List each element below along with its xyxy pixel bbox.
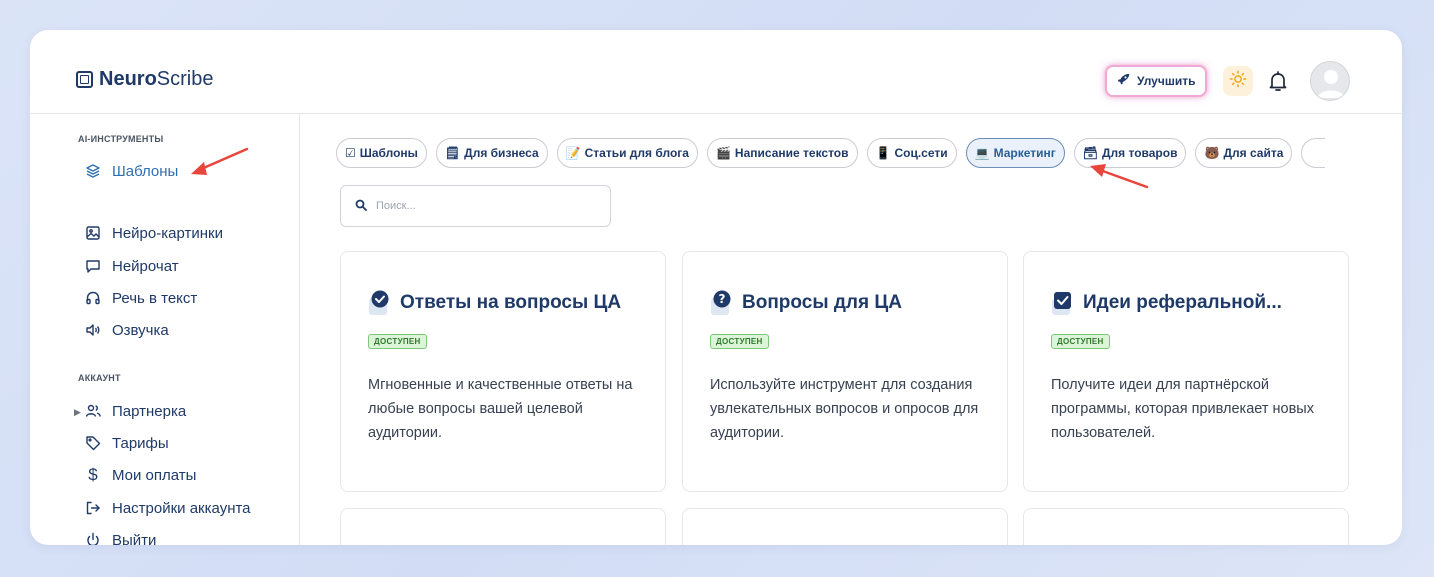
tag-icon (84, 434, 102, 452)
upgrade-button[interactable]: Улучшить (1105, 65, 1208, 97)
sidebar-item-label: Настройки аккаунта (112, 499, 251, 517)
dollar-icon: $ (88, 465, 98, 484)
memo-icon: 📝 (565, 146, 581, 160)
question-circle-icon: ? (710, 290, 734, 316)
app-logo[interactable]: NeuroScribe (76, 68, 214, 91)
svg-text:?: ? (719, 292, 726, 306)
sidebar-item-payments[interactable]: $ Мои оплаты (84, 464, 196, 486)
sidebar-item-label: Партнерка (112, 402, 187, 420)
speaker-icon (84, 321, 102, 339)
chip-label: Соц.сети (894, 146, 948, 160)
sidebar-item-label: Нейрочат (112, 257, 179, 275)
sidebar-item-speech-to-text[interactable]: Речь в текст (84, 287, 197, 309)
card-description: Получите идеи для партнёрской программы,… (1051, 377, 1314, 441)
bear-icon: 🐻 (1204, 146, 1220, 160)
power-icon (84, 531, 102, 545)
card-box-icon: 🗃 (1082, 146, 1098, 160)
avatar[interactable] (1310, 61, 1350, 101)
sun-icon (1229, 70, 1247, 93)
upgrade-label: Улучшить (1137, 74, 1196, 88)
chat-icon (84, 257, 102, 275)
sidebar-item-label: Выйти (112, 531, 157, 546)
chip-website[interactable]: 🐻 Для сайта (1195, 138, 1293, 168)
template-card[interactable] (340, 508, 666, 545)
card-title-row: Идеи реферальной... (1051, 290, 1282, 316)
check-circle-icon (368, 290, 392, 316)
category-chips: ☑ Шаблоны 🗒 Для бизнеса 📝 Статьи для блога … (336, 138, 1326, 168)
template-card[interactable]: Идеи реферальной... ДОСТУПЕН Получите ид… (1023, 251, 1349, 492)
card-title-row: Ответы на вопросы ЦА (368, 290, 621, 316)
notepad-icon: 🗒 (444, 146, 461, 160)
card-description: Мгновенные и качественные ответы на любы… (368, 377, 633, 441)
chip-blog-articles[interactable]: 📝 Статьи для блога (556, 138, 698, 168)
template-card[interactable] (682, 508, 1008, 545)
rocket-icon (1117, 73, 1130, 89)
search-box[interactable]: Поиск... (340, 185, 611, 227)
chip-social[interactable]: 📱 Соц.сети (866, 138, 957, 168)
bell-icon (1266, 71, 1290, 97)
sidebar-item-neurochat[interactable]: Нейрочат (84, 255, 179, 277)
chip-copywriting[interactable]: 🎬 Написание текстов (706, 138, 858, 168)
chip-business[interactable]: 🗒 Для бизнеса (435, 138, 548, 168)
sidebar-item-label: Нейро-картинки (112, 224, 223, 242)
layers-icon (84, 162, 102, 180)
search-input[interactable]: Поиск... (376, 200, 416, 212)
chip-products[interactable]: 🗃 Для товаров (1073, 138, 1187, 168)
template-card[interactable] (1023, 508, 1349, 545)
chip-label: Шаблоны (359, 146, 418, 160)
chip-label: Маркетинг (993, 146, 1056, 160)
sidebar-item-partner[interactable]: Партнерка (84, 400, 186, 422)
logo-icon (76, 71, 93, 88)
chip-label: Статьи для блога (584, 146, 689, 160)
card-title: Ответы на вопросы ЦА (400, 292, 622, 313)
card-title: Идеи реферальной... (1083, 292, 1282, 313)
sidebar-item-label: Речь в текст (112, 289, 198, 307)
status-badge: ДОСТУПЕН (368, 334, 427, 349)
users-icon (84, 402, 102, 420)
logo-light: Scribe (156, 68, 214, 90)
chip-marketing[interactable]: 💻 Маркетинг (965, 138, 1065, 168)
sidebar-item-neuro-images[interactable]: Нейро-картинки (84, 222, 223, 244)
checkbox-icon (1051, 290, 1075, 316)
card-description: Используйте инструмент для создания увле… (710, 377, 979, 441)
chip-label: Для сайта (1223, 146, 1284, 160)
section-label-account: АККАУНТ (78, 373, 121, 383)
card-title-row: ? Вопросы для ЦА (710, 290, 902, 316)
template-card[interactable]: Ответы на вопросы ЦА ДОСТУПЕН Мгновенные… (340, 251, 666, 492)
chip-label: Написание текстов (734, 146, 849, 160)
clapper-icon: 🎬 (715, 146, 731, 160)
chip-more[interactable] (1301, 138, 1326, 168)
status-badge: ДОСТУПЕН (710, 334, 769, 349)
sidebar-item-account-settings[interactable]: Настройки аккаунта (84, 497, 251, 519)
headphones-icon (84, 289, 102, 307)
sidebar-item-voiceover[interactable]: Озвучка (84, 319, 169, 341)
sidebar-item-templates[interactable]: Шаблоны (84, 160, 178, 182)
sidebar-item-logout[interactable]: Выйти (84, 529, 156, 545)
sidebar-item-label: Тарифы (112, 434, 169, 452)
sidebar-item-label: Шаблоны (112, 162, 179, 180)
card-title: Вопросы для ЦА (742, 292, 902, 313)
checkbox-icon: ☑ (345, 146, 356, 160)
top-header: NeuroScribe Улучшить (30, 30, 1402, 114)
caret-right-icon[interactable]: ▶ (74, 407, 81, 418)
chip-templates[interactable]: ☑ Шаблоны (336, 138, 427, 168)
logo-bold: Neuro (99, 68, 157, 90)
chip-label: Для бизнеса (464, 146, 539, 160)
theme-toggle-button[interactable] (1223, 66, 1253, 96)
search-icon (355, 199, 367, 214)
sidebar-item-label: Озвучка (112, 321, 169, 339)
image-icon (84, 224, 102, 242)
logout-arrow-icon (84, 499, 102, 517)
laptop-icon: 💻 (974, 146, 990, 160)
sidebar-item-label: Мои оплаты (112, 466, 197, 484)
phone-icon: 📱 (875, 146, 891, 160)
sidebar-item-tariffs[interactable]: Тарифы (84, 432, 169, 454)
app-window: NeuroScribe Улучшить AI-ИНСТРУМЕНТЫ Шабл… (30, 30, 1402, 545)
status-badge: ДОСТУПЕН (1051, 334, 1110, 349)
notifications-button[interactable] (1266, 69, 1290, 93)
chip-label: Для товаров (1101, 146, 1178, 160)
sidebar: AI-ИНСТРУМЕНТЫ Шаблоны Нейро-картинки Не… (30, 114, 300, 545)
template-card[interactable]: ? Вопросы для ЦА ДОСТУПЕН Используйте ин… (682, 251, 1008, 492)
section-label-tools: AI-ИНСТРУМЕНТЫ (78, 134, 164, 144)
